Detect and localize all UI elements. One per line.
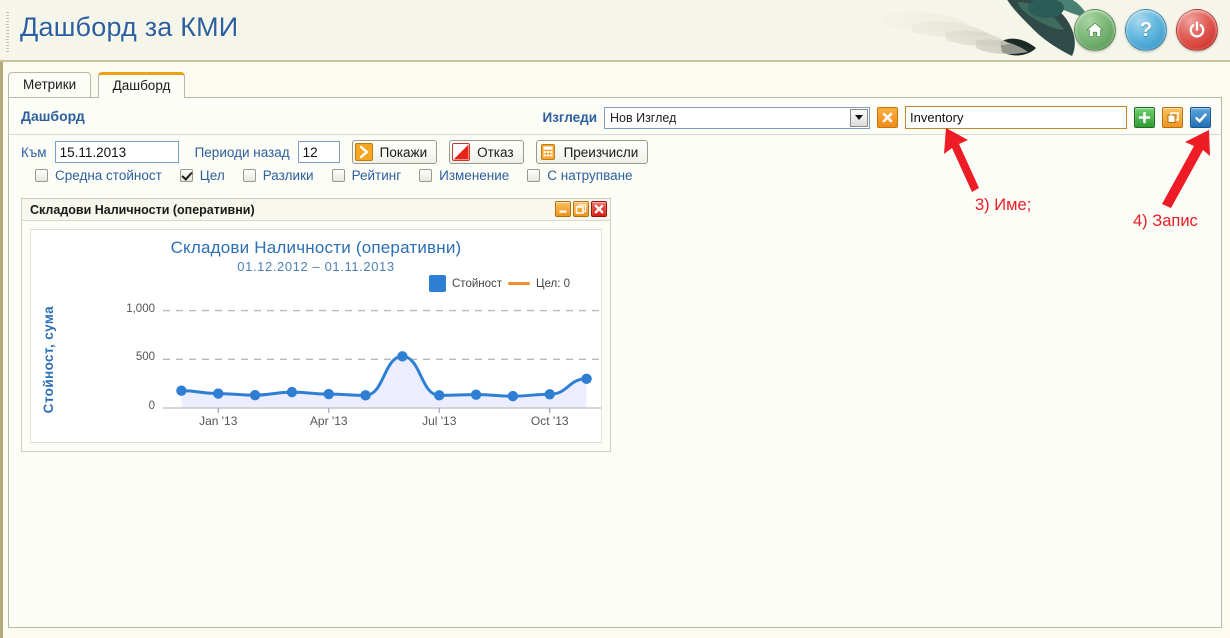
left-border-accent — [0, 62, 3, 638]
cancel-button-label: Отказ — [477, 144, 514, 160]
chart-widget-title: Складови Наличности (оперативни) — [30, 202, 255, 217]
cancel-button[interactable]: Отказ — [449, 140, 524, 164]
chart-y-tick: 1,000 — [126, 302, 155, 315]
tab-dashboard-label: Дашборд — [112, 78, 171, 93]
checkbox-differences[interactable] — [242, 169, 256, 182]
question-icon: ? — [1139, 19, 1153, 41]
checkbox-target[interactable] — [179, 169, 193, 182]
to-date-input[interactable] — [54, 141, 179, 163]
chart-x-tick: Oct '13 — [530, 414, 569, 428]
checkbox-change[interactable] — [419, 169, 433, 182]
close-button[interactable] — [591, 201, 607, 217]
copy-icon — [1167, 111, 1179, 123]
duplicate-view-button[interactable] — [1162, 107, 1183, 128]
checkmark-icon — [1194, 112, 1207, 123]
page-title: Дашборд за КМИ — [20, 12, 239, 42]
arrow-right-icon — [354, 143, 373, 161]
chart-x-tick: Jan '13 — [199, 414, 238, 428]
view-name-input[interactable] — [905, 106, 1127, 129]
checkbox-average-value[interactable] — [35, 169, 48, 182]
show-button-label: Покажи — [379, 144, 428, 160]
cancel-icon — [452, 143, 471, 161]
minimize-icon — [559, 210, 567, 213]
periods-back-label: Периоди назад — [194, 144, 290, 160]
legend-line-target — [508, 282, 531, 285]
decorative-header-image — [850, 0, 1090, 60]
chart-x-tick: Apr '13 — [309, 414, 348, 428]
views-select[interactable]: Нов Изглед — [604, 106, 870, 129]
calculator-icon — [540, 144, 555, 160]
show-button[interactable]: Покажи — [351, 140, 438, 164]
chevron-down-icon[interactable] — [850, 108, 868, 127]
application-window: Дашборд за КМИ ? Метрики Дашборд Дашборд… — [0, 0, 1230, 638]
power-icon — [1189, 21, 1205, 38]
chart-plot-area: Стойност, сума 0 500 1,000 Jan '13 Apr '13 J… — [31, 288, 601, 436]
chart-title: Складови Наличности (оперативни) — [170, 238, 462, 257]
chart-y-tick: 500 — [135, 351, 155, 364]
clear-view-button[interactable] — [877, 107, 898, 128]
header-action-buttons: ? — [1074, 9, 1218, 51]
dashboard-panel: Дашборд Изгледи Нов Изглед Inventory Към… — [8, 97, 1222, 628]
checkbox-cumulative[interactable] — [527, 169, 541, 182]
chart-x-tick: Jul '13 — [422, 414, 457, 428]
toolbar-divider — [9, 134, 1221, 135]
views-toolbar: Изгледи Нов Изглед — [543, 106, 1211, 129]
close-x-icon — [882, 112, 893, 123]
filter-toolbar: Към Периоди назад Покажи Отказ — [21, 140, 649, 164]
checkbox-change-label[interactable]: Изменение — [439, 168, 509, 183]
periods-back-input[interactable] — [297, 141, 340, 163]
checkbox-cumulative-label[interactable]: С натрупване — [547, 168, 632, 183]
restore-button[interactable] — [573, 201, 589, 217]
add-view-button[interactable] — [1134, 107, 1155, 128]
tab-bar: Метрики Дашборд — [0, 72, 1230, 98]
checkbox-target-label[interactable]: Цел — [200, 168, 225, 183]
options-checkbox-row: Средна стойност Цел Разлики Рейтинг Изме… — [35, 168, 644, 183]
save-view-button[interactable] — [1190, 107, 1211, 128]
recalculate-button[interactable]: Преизчисли — [535, 140, 649, 164]
close-icon — [594, 204, 604, 214]
views-label: Изгледи — [542, 110, 597, 125]
tab-metrics-label: Метрики — [23, 77, 77, 92]
checkbox-average-value-label[interactable]: Средна стойност — [55, 168, 162, 183]
power-button[interactable] — [1176, 9, 1218, 51]
chart-y-tick: 0 — [148, 400, 155, 412]
chart-subtitle: 01.12.2012 – 01.11.2013 — [237, 259, 395, 274]
recalculate-button-label: Преизчисли — [563, 144, 639, 160]
to-date-label: Към — [21, 144, 47, 160]
home-button[interactable] — [1074, 9, 1116, 51]
tab-dashboard[interactable]: Дашборд — [97, 72, 186, 98]
header-grip-dots — [6, 12, 9, 52]
plus-icon — [1138, 111, 1151, 124]
views-select-value: Нов Изглед — [610, 110, 677, 125]
chart-widget-header: Складови Наличности (оперативни) — [22, 199, 610, 221]
home-icon — [1086, 22, 1104, 37]
chart-widget-controls — [555, 201, 607, 217]
help-button[interactable]: ? — [1125, 9, 1167, 51]
chart-container: Складови Наличности (оперативни) 01.12.2… — [30, 229, 602, 443]
checkbox-differences-label[interactable]: Разлики — [263, 168, 314, 183]
app-header: Дашборд за КМИ ? — [0, 0, 1230, 62]
tab-metrics[interactable]: Метрики — [8, 72, 92, 98]
checkbox-rating[interactable] — [331, 169, 345, 182]
chart-widget: Складови Наличности (оперативни) Складов… — [21, 198, 611, 452]
checkbox-rating-label[interactable]: Рейтинг — [352, 168, 402, 183]
restore-icon — [575, 204, 587, 214]
minimize-button[interactable] — [555, 201, 571, 217]
